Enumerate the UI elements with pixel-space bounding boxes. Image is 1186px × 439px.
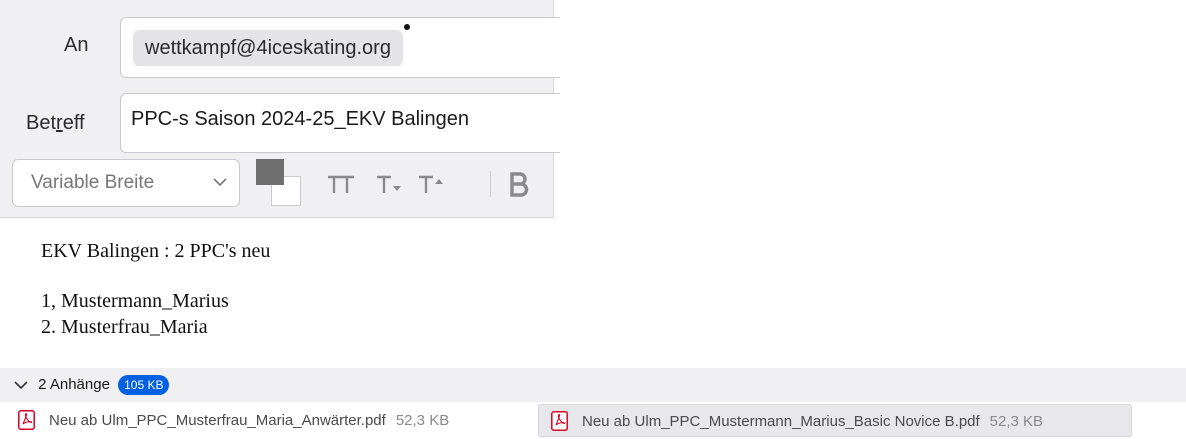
subject-field[interactable]: PPC-s Saison 2024-25_EKV Balingen xyxy=(120,93,560,153)
attachment-name: Neu ab Ulm_PPC_Mustermann_Marius_Basic N… xyxy=(582,413,980,430)
color-picker-button[interactable] xyxy=(256,159,306,209)
recipient-pill[interactable]: wettkampf@4iceskating.org xyxy=(133,24,410,66)
font-select-value: Variable Breite xyxy=(31,172,155,193)
attachments-total-size-badge: 105 KB xyxy=(118,375,170,396)
toolbar-separator xyxy=(490,171,491,197)
message-body-line: 2. Musterfrau_Maria xyxy=(41,316,208,338)
smaller-size-icon[interactable] xyxy=(375,171,403,197)
subject-label-part1: Bet xyxy=(26,112,57,134)
recipient-marker-dot xyxy=(403,24,410,30)
attachment-bar: 2 Anhänge 105 KB xyxy=(0,368,1186,402)
to-field[interactable]: wettkampf@4iceskating.org xyxy=(120,17,560,78)
larger-size-icon[interactable] xyxy=(417,171,445,197)
compose-header: An wettkampf@4iceskating.org Betreff PPC… xyxy=(0,0,560,218)
text-color-swatch[interactable] xyxy=(256,159,284,185)
attachments-count-label: 2 Anhänge xyxy=(38,376,110,393)
pdf-icon xyxy=(18,409,35,430)
message-body-line: EKV Balingen : 2 PPC's neu xyxy=(41,240,271,262)
bold-icon[interactable] xyxy=(508,171,530,197)
reset-size-icon[interactable] xyxy=(326,171,356,197)
subject-value: PPC-s Saison 2024-25_EKV Balingen xyxy=(131,108,469,130)
chevron-down-icon xyxy=(14,381,28,390)
attachment-size: 52,3 KB xyxy=(395,412,450,429)
attachment-item[interactable]: Neu ab Ulm_PPC_Musterfrau_Maria_Anwärter… xyxy=(18,404,449,437)
subject-label-accesskey: r xyxy=(56,112,63,134)
message-body-line: 1, Mustermann_Marius xyxy=(41,290,229,312)
recipient-address: wettkampf@4iceskating.org xyxy=(145,37,391,59)
format-toolbar: Variable Breite xyxy=(12,159,554,207)
attachments-toggle[interactable]: 2 Anhänge 105 KB xyxy=(14,374,170,396)
attachment-name: Neu ab Ulm_PPC_Musterfrau_Maria_Anwärter… xyxy=(49,412,386,429)
subject-label-part2: eff xyxy=(62,112,85,134)
font-select[interactable]: Variable Breite xyxy=(12,159,240,207)
attachment-list: Neu ab Ulm_PPC_Musterfrau_Maria_Anwärter… xyxy=(0,402,1186,439)
attachment-size: 52,3 KB xyxy=(989,413,1044,430)
chevron-down-icon xyxy=(213,178,227,187)
subject-label: Betreff xyxy=(26,112,85,135)
attachment-item-selected[interactable]: Neu ab Ulm_PPC_Mustermann_Marius_Basic N… xyxy=(538,404,1132,437)
pdf-icon xyxy=(551,410,568,431)
to-label: An xyxy=(64,34,89,56)
